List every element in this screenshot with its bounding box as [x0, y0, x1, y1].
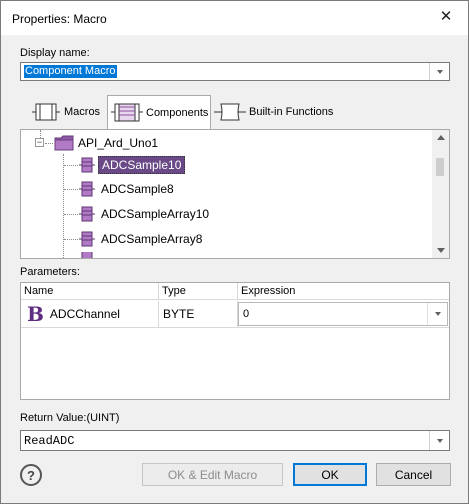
title-bar: Properties: Macro ✕ [1, 1, 468, 35]
display-name-label: Display name: [20, 47, 90, 59]
tree-connector [64, 189, 78, 190]
parameters-grid: Name Type Expression B ADCChannel BYTE 0 [20, 282, 450, 400]
help-icon[interactable]: ? [20, 464, 42, 486]
components-icon [111, 103, 143, 122]
tree-connector [64, 165, 78, 166]
dialog-title: Properties: Macro [12, 12, 107, 26]
return-value-input[interactable]: ReadADC [24, 434, 74, 448]
tab-components[interactable]: Components [107, 95, 211, 130]
byte-type-icon: B [27, 302, 44, 326]
return-value-dropdown-arrow[interactable] [429, 431, 449, 450]
scroll-up-icon[interactable] [437, 135, 445, 140]
close-button[interactable]: ✕ [425, 1, 467, 31]
collapse-expander[interactable]: − [35, 138, 44, 147]
column-header-name[interactable]: Name [21, 283, 159, 300]
tab-macros-label: Macros [64, 106, 101, 118]
tab-components-label: Components [146, 107, 209, 119]
param-type-cell[interactable]: BYTE [159, 301, 238, 328]
builtin-functions-icon [214, 103, 246, 121]
parameters-label: Parameters: [20, 266, 80, 278]
scroll-down-icon[interactable] [437, 248, 445, 253]
component-macro-icon [79, 157, 95, 173]
return-value-combo[interactable]: ReadADC [20, 430, 450, 451]
chevron-down-icon [436, 69, 443, 74]
tree-item-label: ADCSample8 [101, 182, 174, 196]
close-icon: ✕ [439, 8, 453, 25]
return-value-label: Return Value:(UINT) [20, 412, 120, 424]
chevron-down-icon [436, 438, 443, 443]
tab-builtin-functions[interactable]: Built-in Functions [213, 95, 343, 129]
component-macro-icon [79, 181, 95, 197]
display-name-combo[interactable]: Component Macro [20, 62, 450, 81]
macros-icon [32, 103, 60, 121]
collapse-glyph: − [36, 137, 43, 147]
component-macro-icon [79, 206, 95, 222]
tree-connector [63, 154, 64, 258]
param-name: ADCChannel [49, 307, 120, 321]
tree-connector [45, 143, 53, 144]
expression-dropdown-arrow[interactable] [427, 303, 447, 325]
tree-item-label: ADCSample10 [98, 156, 186, 174]
chevron-down-icon [434, 312, 441, 316]
tab-macros[interactable]: Macros [31, 95, 105, 129]
tree-item-adcsamplearray8[interactable]: ADCSampleArray8 [79, 228, 205, 250]
tree-item-adcsample8[interactable]: ADCSample8 [79, 178, 177, 200]
help-glyph: ? [27, 467, 35, 483]
tree-item-label: ADCSampleArray10 [101, 207, 210, 221]
tree-item-partial [79, 252, 98, 258]
ok-button[interactable]: OK [293, 463, 367, 486]
param-name-cell[interactable]: B ADCChannel [21, 301, 159, 328]
param-type: BYTE [163, 307, 195, 321]
column-header-expression[interactable]: Expression [238, 283, 449, 300]
properties-macro-dialog: Properties: Macro ✕ Display name: Compon… [0, 0, 469, 504]
component-tree[interactable]: − API_Ard_Uno1 ADCSample10 ADCSample8 AD… [20, 129, 450, 259]
tree-root-label: API_Ard_Uno1 [78, 136, 159, 150]
column-header-type[interactable]: Type [159, 283, 238, 300]
tree-connector [64, 239, 78, 240]
display-name-dropdown-arrow[interactable] [429, 63, 449, 80]
param-expression-combo[interactable]: 0 [238, 302, 448, 326]
param-expression-cell[interactable]: 0 [238, 301, 449, 328]
tree-item-adcsamplearray10[interactable]: ADCSampleArray10 [79, 203, 212, 225]
tree-item-label: ADCSampleArray8 [101, 232, 203, 246]
tree-root-item[interactable]: API_Ard_Uno1 [54, 132, 158, 154]
component-macro-icon [81, 252, 93, 258]
tree-vertical-scrollbar[interactable] [432, 130, 449, 258]
ok-edit-macro-button[interactable]: OK & Edit Macro [142, 463, 283, 486]
param-expression-value[interactable]: 0 [243, 308, 249, 320]
tree-item-adcsample10[interactable]: ADCSample10 [79, 154, 186, 176]
scroll-thumb[interactable] [436, 158, 444, 176]
display-name-value[interactable]: Component Macro [24, 65, 117, 78]
folder-icon [54, 135, 74, 151]
tab-builtin-functions-label: Built-in Functions [249, 106, 334, 118]
cancel-button[interactable]: Cancel [376, 463, 451, 486]
component-macro-icon [79, 231, 95, 247]
tree-connector [64, 214, 78, 215]
